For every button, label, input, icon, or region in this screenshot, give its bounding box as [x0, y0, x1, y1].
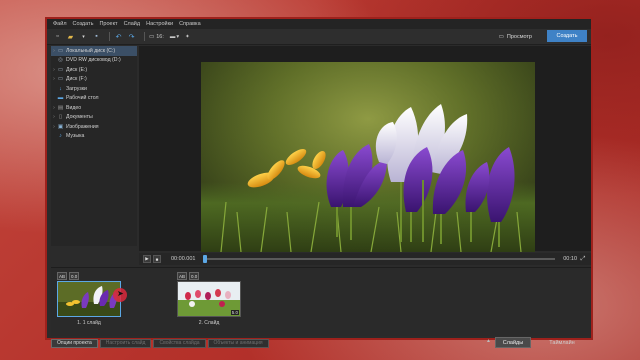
sidebar-item-label: Изображения	[66, 123, 99, 130]
star-icon: ✦	[185, 33, 190, 40]
objects-animation-button[interactable]: Объекты и анимация	[207, 338, 269, 348]
transition-badge[interactable]: AB	[177, 272, 188, 280]
transition-badge[interactable]: AB	[57, 272, 68, 280]
crocus-illustration	[201, 62, 535, 252]
sidebar-item-downloads[interactable]: ↓ Загрузки	[51, 84, 137, 94]
chevron-down-icon: ▾	[176, 33, 180, 40]
sidebar-item-documents[interactable]: › ▯ Документы	[51, 113, 137, 123]
open-folder-icon[interactable]: ▰	[66, 32, 75, 41]
menu-item-file[interactable]: Файл	[53, 21, 67, 27]
slide-preview-image	[201, 62, 535, 252]
create-button[interactable]: Создать	[547, 30, 587, 42]
toolbar-divider	[109, 32, 110, 41]
sidebar-item-label: DVD RW дисковод (D:)	[66, 57, 121, 64]
drive-icon: ▭	[57, 76, 64, 83]
project-options-button[interactable]: Опции проекта	[51, 338, 98, 348]
sidebar-item-dvd-d[interactable]: ◎ DVD RW дисковод (D:)	[51, 56, 137, 66]
menu-item-create[interactable]: Создать	[73, 21, 94, 27]
screen-mode-button[interactable]: ▬ ▾	[170, 34, 179, 40]
drive-icon: ▭	[57, 66, 64, 73]
desktop-icon: ▬	[57, 95, 64, 102]
menu-bar: Файл Создать Проект Слайд Настройки Спра…	[47, 19, 591, 29]
total-time: 00:10	[563, 256, 577, 262]
redo-icon[interactable]: ↷	[127, 32, 136, 41]
dropdown-caret-icon[interactable]: ▾	[79, 32, 88, 41]
tab-slides[interactable]: Слайды	[495, 337, 531, 348]
sidebar-item-label: Документы	[66, 114, 93, 121]
menu-item-project[interactable]: Проект	[99, 21, 117, 27]
monitor-icon: ▭	[149, 33, 155, 40]
file-browser-sidebar: › ▭ Локальный диск (C:) ◎ DVD RW дисково…	[51, 46, 137, 246]
video-icon: ▤	[57, 104, 64, 111]
preview-label: Просмотр	[506, 33, 532, 40]
configure-slide-button[interactable]: Настроить слайд	[99, 338, 152, 348]
sidebar-item-label: Диск (E:)	[66, 66, 88, 73]
sidebar-item-desktop[interactable]: ▬ Рабочий стол	[51, 94, 137, 104]
aspect-ratio-button[interactable]: ▭ 16:	[149, 34, 164, 40]
toolbar-divider	[144, 32, 145, 41]
chevron-up-icon[interactable]: ▲	[486, 338, 491, 344]
transition-duration-badge[interactable]: 0.0	[189, 272, 200, 280]
fullscreen-icon[interactable]: ⤢	[579, 256, 587, 263]
menu-item-help[interactable]: Справка	[179, 21, 201, 27]
save-icon[interactable]: ▪	[92, 32, 101, 41]
slide-duration: 5.0	[230, 310, 239, 315]
sidebar-item-label: Рабочий стол	[66, 95, 99, 102]
slide-thumbnail-image[interactable]	[57, 281, 121, 317]
undo-icon[interactable]: ↶	[114, 32, 123, 41]
screen-icon: ▬	[169, 33, 176, 40]
drive-icon: ▭	[57, 47, 64, 54]
effects-button[interactable]: ✦	[185, 34, 190, 40]
dvd-icon: ◎	[58, 57, 63, 64]
download-icon: ↓	[59, 85, 62, 92]
slide-preview-panel	[139, 46, 591, 252]
sidebar-item-label: Музыка	[66, 133, 85, 140]
slide-thumbnail-2[interactable]: AB 0.0 5.0 2. Слайд	[177, 272, 241, 326]
aspect-ratio-label: 16:	[156, 33, 164, 40]
sidebar-item-music[interactable]: ♪ Музыка	[51, 132, 137, 142]
image-icon: ▣	[57, 123, 64, 130]
sidebar-item-drive-e[interactable]: › ▭ Диск (E:)	[51, 65, 137, 75]
slide-thumbnail-1[interactable]: AB 0.0 1. 1 слайд	[57, 272, 121, 326]
stop-button[interactable]: ■	[153, 255, 161, 263]
sidebar-item-label: Диск (F:)	[66, 76, 87, 83]
seek-handle[interactable]	[203, 255, 208, 263]
crocus-thumbnail	[58, 282, 120, 316]
mouse-pointer-icon: ➤	[117, 289, 124, 298]
bottom-action-bar: Опции проекта Настроить слайд Свойства с…	[51, 337, 591, 349]
slide-storyboard: AB 0.0 1. 1 слайд AB 0.0 5.0 2. Слайд	[51, 267, 591, 336]
monitor-icon: ▭	[498, 33, 504, 40]
slide-properties-button[interactable]: Свойства слайда	[153, 338, 206, 348]
sidebar-item-label: Локальный диск (C:)	[66, 47, 116, 54]
sidebar-item-label: Загрузки	[66, 85, 87, 92]
sidebar-item-label: Видео	[66, 104, 82, 111]
slide-title: 1. 1 слайд	[77, 320, 101, 326]
preview-button[interactable]: ▭ Просмотр	[494, 31, 537, 42]
app-window: Файл Создать Проект Слайд Настройки Спра…	[45, 17, 593, 348]
tab-timeline[interactable]: Таймлайн	[537, 337, 587, 348]
sidebar-item-video[interactable]: › ▤ Видео	[51, 103, 137, 113]
slide-title: 2. Слайд	[198, 320, 220, 326]
music-icon: ♪	[59, 133, 62, 140]
menu-item-settings[interactable]: Настройки	[146, 21, 173, 27]
sidebar-item-drive-c[interactable]: › ▭ Локальный диск (C:)	[51, 46, 137, 56]
sidebar-item-images[interactable]: › ▣ Изображения	[51, 122, 137, 132]
new-file-icon[interactable]: ▫	[53, 32, 62, 41]
sidebar-item-drive-f[interactable]: › ▭ Диск (F:)	[51, 75, 137, 85]
seek-bar[interactable]	[203, 255, 556, 263]
menu-item-slide[interactable]: Слайд	[124, 21, 141, 27]
document-icon: ▯	[58, 114, 63, 121]
transition-duration-badge[interactable]: 0.0	[69, 272, 80, 280]
current-time: 00:00.001	[171, 256, 196, 262]
play-button[interactable]: ▶	[143, 255, 151, 263]
player-controls: ▶ ■ 00:00.001 00:10 ⤢	[139, 253, 591, 265]
slide-thumbnail-image[interactable]: 5.0	[177, 281, 241, 317]
